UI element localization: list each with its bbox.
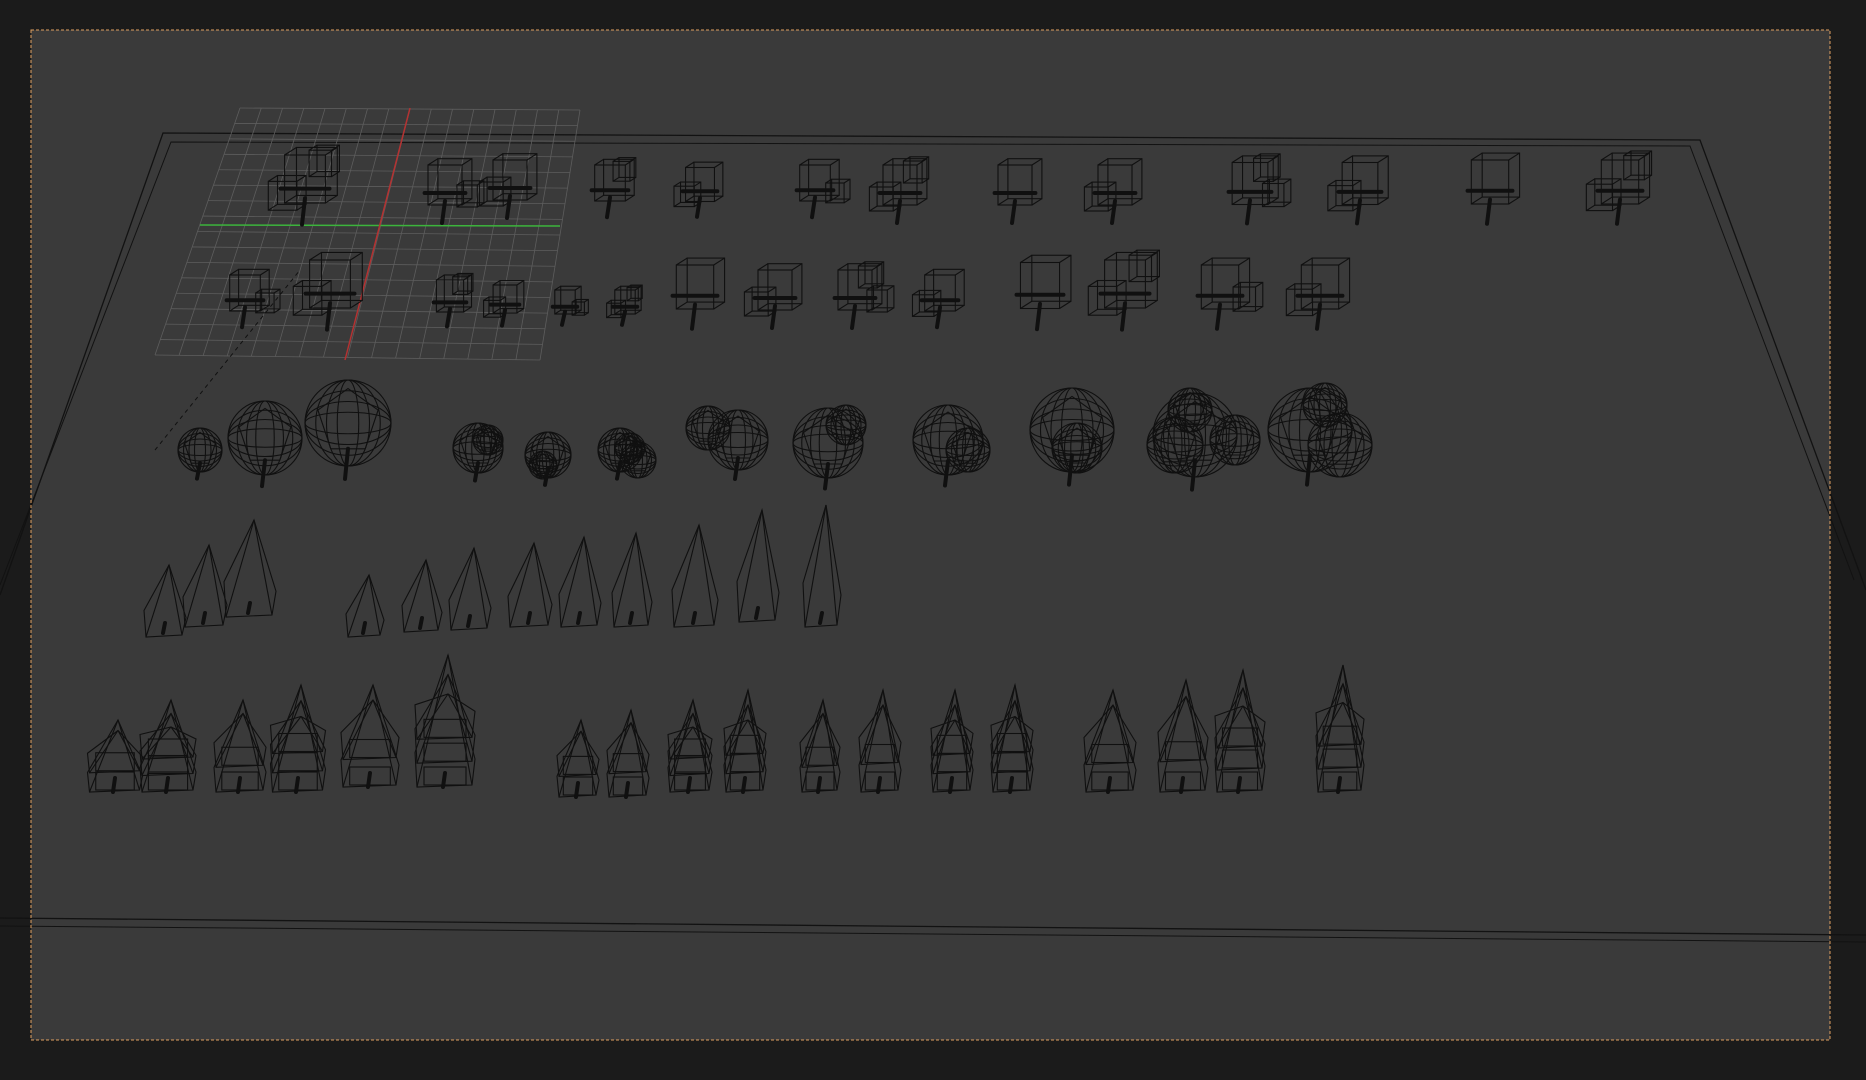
viewport-canvas[interactable] (0, 0, 1866, 1080)
3d-viewport[interactable] (0, 0, 1866, 1080)
camera-frame (31, 30, 1830, 1040)
